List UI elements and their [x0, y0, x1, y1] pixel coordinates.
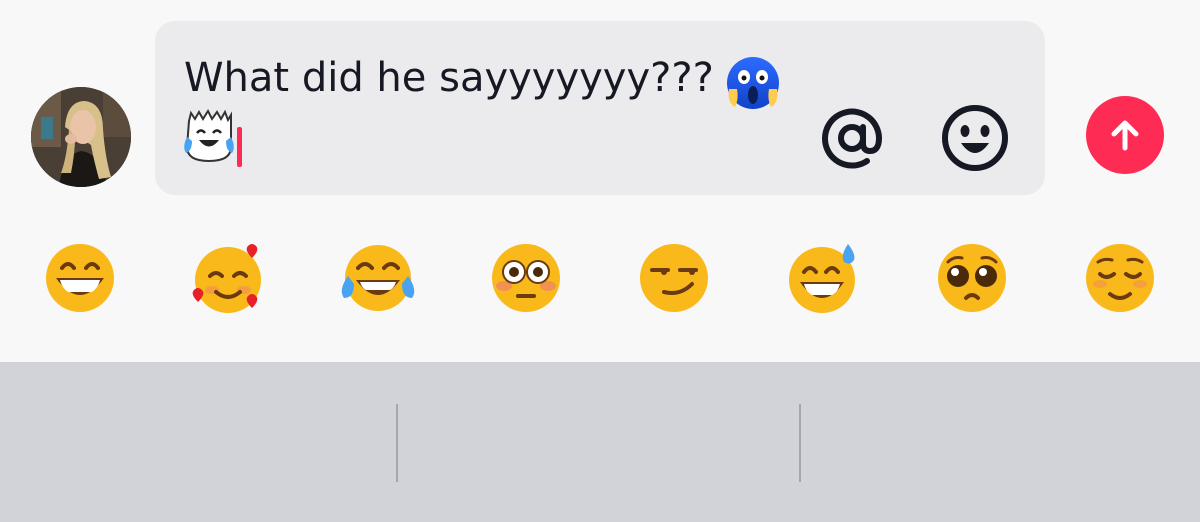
flushed-face-icon: [492, 244, 560, 312]
comment-text: What did he sayyyyyyy???: [184, 55, 714, 101]
quick-emoji-tears-of-joy[interactable]: [338, 240, 415, 316]
smiling-face-with-hearts-icon: [192, 244, 261, 313]
smirking-face-icon: [640, 244, 708, 312]
quick-emoji-grinning[interactable]: [42, 240, 118, 316]
send-button[interactable]: [1086, 96, 1164, 174]
emoji-picker-button[interactable]: [938, 101, 1012, 175]
grinning-face-icon: [46, 244, 114, 312]
comment-composer: What did he sayyyyyyy???: [0, 0, 1200, 362]
mention-button[interactable]: [815, 101, 889, 175]
keyboard-suggestion-bar: [0, 362, 1200, 522]
suggestion-divider: [396, 404, 398, 482]
suggestion-divider: [799, 404, 801, 482]
smiley-icon: [942, 105, 1008, 171]
face-with-tears-of-joy-icon: [341, 245, 415, 311]
quick-emoji-smirk[interactable]: [636, 240, 712, 316]
grinning-face-with-sweat-icon: [789, 244, 855, 313]
avatar-photo: [31, 87, 131, 187]
quick-emoji-relieved[interactable]: [1082, 240, 1158, 316]
quick-emoji-pleading[interactable]: [934, 240, 1010, 316]
pleading-face-icon: [938, 244, 1006, 312]
quick-emoji-hearts[interactable]: [190, 240, 266, 316]
user-avatar[interactable]: [31, 87, 131, 187]
quick-emoji-sweat-smile[interactable]: [786, 240, 862, 316]
at-sign-icon: [822, 108, 883, 169]
comment-input[interactable]: What did he sayyyyyyy???: [155, 21, 1045, 195]
text-caret: [237, 127, 242, 167]
quick-emoji-bar: [0, 240, 1200, 320]
quick-emoji-flushed[interactable]: [488, 240, 564, 316]
face-screaming-in-fear-icon: [727, 57, 779, 109]
crying-laughing-ghost-icon: [184, 108, 234, 163]
relieved-face-icon: [1086, 244, 1154, 312]
arrow-up-icon: [1111, 120, 1139, 151]
